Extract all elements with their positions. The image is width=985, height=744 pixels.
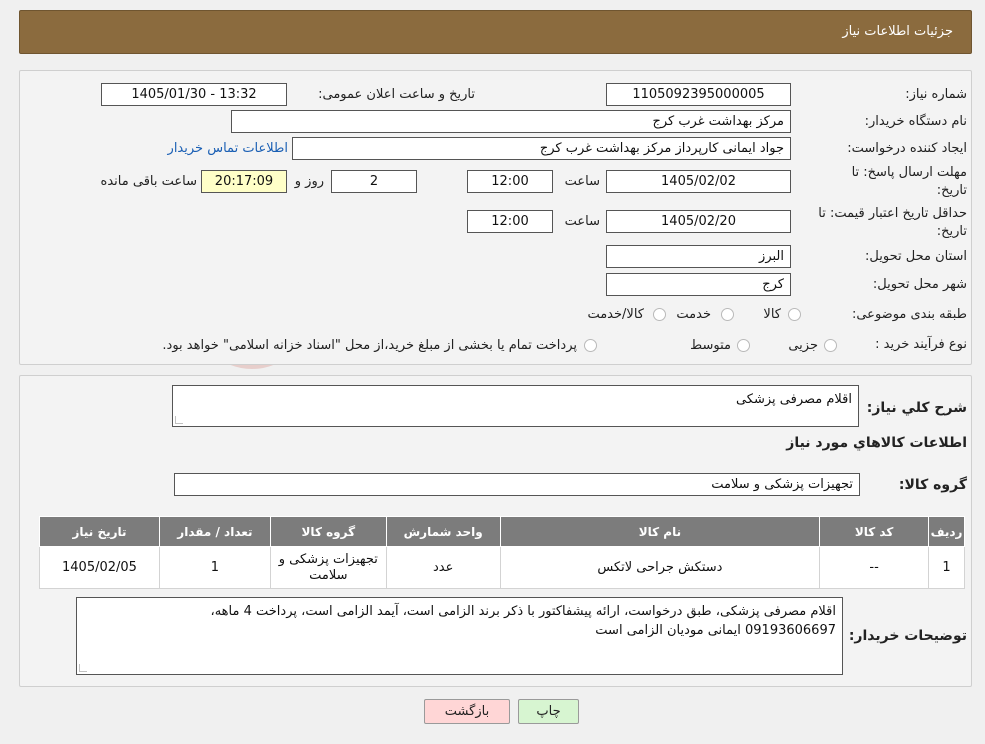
category-option-goods-service: کالا/خدمت bbox=[587, 307, 644, 322]
page-title: جزئیات اطلاعات نیاز bbox=[842, 24, 953, 39]
category-radio-goods[interactable] bbox=[788, 308, 801, 321]
deadline-label: مهلت ارسال پاسخ: تا bbox=[851, 165, 967, 180]
col-row: ردیف bbox=[928, 516, 965, 547]
province-label: استان محل تحویل: bbox=[865, 249, 967, 264]
deadline-date-field[interactable]: 1405/02/02 bbox=[606, 170, 791, 193]
category-option-service: خدمت bbox=[676, 307, 711, 322]
col-code: کد کالا bbox=[819, 516, 930, 547]
validity-date-field[interactable]: 1405/02/20 bbox=[606, 210, 791, 233]
cell-date: 1405/02/05 bbox=[39, 546, 160, 589]
buyer-notes-label: توضیحات خریدار: bbox=[848, 628, 967, 644]
cell-qty: 1 bbox=[158, 546, 271, 589]
days-field[interactable]: 2 bbox=[331, 170, 417, 193]
validity-time-field[interactable]: 12:00 bbox=[467, 210, 553, 233]
contact-buyer-link[interactable]: اطلاعات تماس خریدار bbox=[168, 141, 288, 156]
col-group: گروه کالا bbox=[269, 516, 387, 547]
summary-textarea[interactable]: اقلام مصرفی پزشکی bbox=[172, 385, 859, 427]
deadline-time-label: ساعت bbox=[564, 174, 600, 189]
category-radio-goods-service[interactable] bbox=[653, 308, 666, 321]
category-label: طبقه بندی موضوعی: bbox=[851, 307, 967, 322]
city-field[interactable]: کرج bbox=[606, 273, 791, 296]
process-note: پرداخت تمام یا بخشی از مبلغ خرید،از محل … bbox=[162, 338, 577, 353]
goods-group-field[interactable]: تجهیزات پزشکی و سلامت bbox=[174, 473, 860, 496]
col-unit: واحد شمارش bbox=[385, 516, 501, 547]
page-header: جزئیات اطلاعات نیاز bbox=[19, 10, 972, 54]
summary-text: اقلام مصرفی پزشکی bbox=[735, 392, 852, 407]
table-header-row: ردیف کد کالا نام کالا واحد شمارش گروه کا… bbox=[39, 516, 965, 547]
category-radio-service[interactable] bbox=[721, 308, 734, 321]
goods-table: ردیف کد کالا نام کالا واحد شمارش گروه کا… bbox=[39, 516, 965, 589]
cell-group: تجهیزات پزشکی و سلامت bbox=[269, 546, 387, 589]
validity-label-date: تاریخ: bbox=[936, 224, 967, 239]
process-option-minor: جزیی bbox=[788, 338, 818, 353]
process-radio-medium[interactable] bbox=[737, 339, 750, 352]
print-button[interactable]: چاپ bbox=[518, 699, 579, 724]
category-option-goods: کالا bbox=[763, 307, 781, 322]
buyer-notes-line-2: 09193606697 ایمانی مودیان الزامی است bbox=[595, 623, 836, 638]
buyer-label: نام دستگاه خریدار: bbox=[864, 114, 967, 129]
cell-name: دستکش جراحی لاتکس bbox=[499, 546, 821, 589]
resize-grip-icon[interactable] bbox=[175, 416, 183, 424]
cell-row: 1 bbox=[928, 546, 965, 589]
cell-unit: عدد bbox=[385, 546, 501, 589]
deadline-time-field[interactable]: 12:00 bbox=[467, 170, 553, 193]
days-label: روز و bbox=[294, 174, 324, 189]
cell-code: -- bbox=[819, 546, 930, 589]
validity-time-label: ساعت bbox=[564, 214, 600, 229]
back-button[interactable]: بازگشت bbox=[424, 699, 510, 724]
need-number-field[interactable]: 1105092395000005 bbox=[606, 83, 791, 106]
announce-field[interactable]: 1405/01/30 - 13:32 bbox=[101, 83, 287, 106]
creator-field[interactable]: جواد ایمانی کارپرداز مرکز بهداشت غرب کرج bbox=[292, 137, 791, 160]
summary-label: شرح کلي نياز: bbox=[866, 400, 967, 416]
resize-grip-icon[interactable] bbox=[79, 664, 87, 672]
province-field[interactable]: البرز bbox=[606, 245, 791, 268]
city-label: شهر محل تحویل: bbox=[872, 277, 967, 292]
creator-label: ایجاد کننده درخواست: bbox=[847, 141, 967, 156]
goods-info-title: اطلاعات کالاهاي مورد نياز bbox=[786, 435, 967, 451]
process-label: نوع فرآیند خرید : bbox=[875, 337, 967, 352]
col-qty: تعداد / مقدار bbox=[158, 516, 271, 547]
table-row[interactable]: 1 -- دستکش جراحی لاتکس عدد تجهیزات پزشکی… bbox=[39, 546, 965, 589]
buyer-notes-line-1: اقلام مصرفی پزشکی، طبق درخواست، ارائه پی… bbox=[210, 604, 837, 619]
remaining-time-field: 20:17:09 bbox=[201, 170, 287, 193]
process-radio-minor[interactable] bbox=[824, 339, 837, 352]
treasury-checkbox[interactable] bbox=[584, 339, 597, 352]
goods-group-label: گروه کالا: bbox=[898, 477, 967, 493]
need-number-label: شماره نیاز: bbox=[905, 87, 967, 102]
col-name: نام کالا bbox=[499, 516, 821, 547]
deadline-label-date: تاریخ: bbox=[936, 183, 967, 198]
process-option-medium: متوسط bbox=[690, 338, 731, 353]
remaining-label: ساعت باقی مانده bbox=[100, 174, 197, 189]
announce-label: تاریخ و ساعت اعلان عمومی: bbox=[318, 87, 475, 102]
buyer-field[interactable]: مرکز بهداشت غرب کرج bbox=[231, 110, 791, 133]
validity-label: حداقل تاریخ اعتبار قیمت: تا bbox=[818, 206, 967, 221]
col-date: تاریخ نیاز bbox=[39, 516, 160, 547]
buyer-notes-textarea[interactable]: اقلام مصرفی پزشکی، طبق درخواست، ارائه پی… bbox=[76, 597, 843, 675]
